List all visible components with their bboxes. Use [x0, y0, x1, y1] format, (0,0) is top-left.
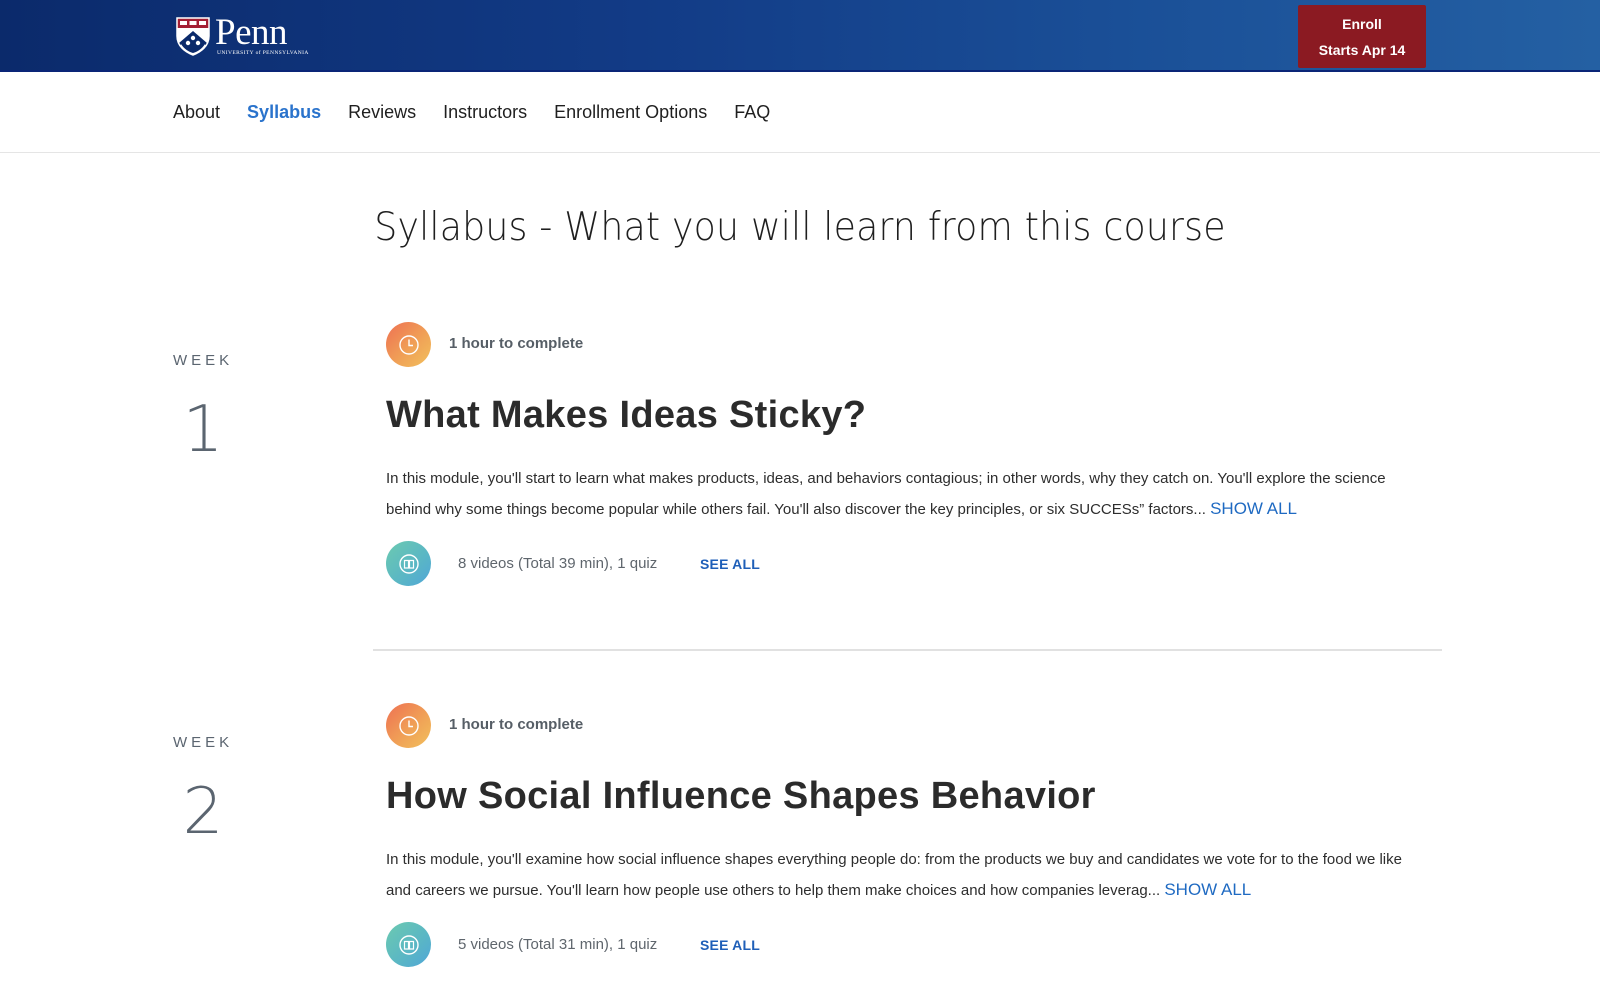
week-label: WEEK	[173, 352, 234, 369]
module-title: How Social Influence Shapes Behavior	[386, 775, 1096, 817]
week-label: WEEK	[173, 734, 234, 751]
content-summary: 8 videos (Total 39 min), 1 quiz	[458, 555, 658, 572]
page-title: Syllabus - What you will learn from this…	[374, 205, 1226, 250]
clock-icon-badge	[386, 322, 431, 367]
see-all-link[interactable]: SEE ALL	[700, 937, 760, 953]
content-summary: 5 videos (Total 31 min), 1 quiz	[458, 936, 658, 953]
top-header: Penn UNIVERSITY of PENNSYLVANIA Enroll S…	[0, 0, 1600, 72]
enroll-label: Enroll	[1342, 15, 1382, 32]
book-icon	[398, 934, 419, 955]
clock-icon-badge	[386, 703, 431, 748]
section-divider	[373, 649, 1442, 651]
penn-shield-icon	[176, 17, 210, 56]
module-description: In this module, you'll start to learn wh…	[386, 464, 1426, 525]
nav-item-reviews[interactable]: Reviews	[348, 100, 416, 124]
nav-item-instructors[interactable]: Instructors	[443, 100, 527, 124]
show-all-link[interactable]: SHOW ALL	[1164, 880, 1251, 899]
duration-text: 1 hour to complete	[449, 335, 584, 352]
clock-icon	[398, 334, 419, 355]
penn-logo[interactable]: Penn UNIVERSITY of PENNSYLVANIA	[175, 11, 309, 57]
course-nav: About Syllabus Reviews Instructors Enrol…	[0, 72, 1600, 153]
nav-item-enrollment-options[interactable]: Enrollment Options	[554, 100, 707, 124]
book-icon	[398, 553, 419, 574]
nav-item-about[interactable]: About	[173, 100, 220, 124]
book-icon-badge	[386, 541, 431, 586]
enroll-button[interactable]: Enroll Starts Apr 14	[1298, 5, 1426, 68]
enroll-start-date: Starts Apr 14	[1318, 41, 1406, 58]
module-description: In this module, you'll examine how socia…	[386, 845, 1426, 906]
logo-wordmark: Penn	[215, 11, 287, 53]
duration-text: 1 hour to complete	[449, 716, 584, 733]
week-number: 2	[182, 775, 224, 849]
book-icon-badge	[386, 922, 431, 967]
week-number: 1	[182, 393, 224, 467]
see-all-link[interactable]: SEE ALL	[700, 556, 760, 572]
show-all-link[interactable]: SHOW ALL	[1210, 499, 1297, 518]
module-title: What Makes Ideas Sticky?	[386, 394, 867, 436]
clock-icon	[398, 715, 419, 736]
nav-item-faq[interactable]: FAQ	[734, 100, 770, 124]
nav-item-syllabus[interactable]: Syllabus	[247, 100, 321, 124]
logo-subtitle: UNIVERSITY of PENNSYLVANIA	[217, 49, 309, 56]
